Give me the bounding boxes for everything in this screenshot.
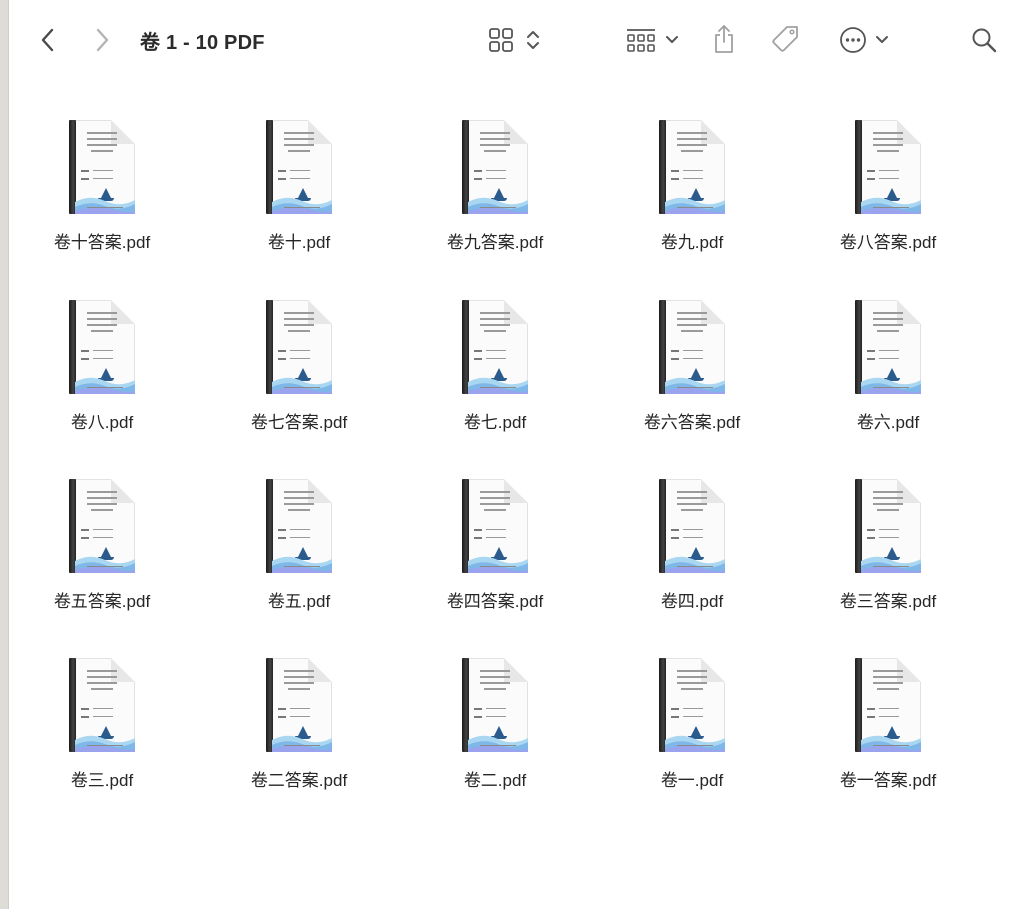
file-name-label: 卷二.pdf [463,771,527,790]
file-item[interactable]: 卷三答案.pdf [803,479,973,629]
pdf-file-icon [69,300,135,394]
pdf-file-icon [462,300,528,394]
file-item[interactable]: 卷四.pdf [607,479,777,629]
file-name-label: 卷九.pdf [660,233,724,252]
file-item[interactable]: 卷九答案.pdf [410,120,580,270]
file-name-label: 卷四.pdf [660,592,724,611]
file-item[interactable]: 卷六.pdf [803,300,973,450]
file-name-label: 卷二答案.pdf [250,771,348,790]
finder-window: 卷 1 - 10 PDF 卷十答案.pdf 卷十.pdf 卷九答案.pdf 卷九… [8,0,1024,909]
file-item[interactable]: 卷九.pdf [607,120,777,270]
file-name-label: 卷十答案.pdf [53,233,151,252]
file-item[interactable]: 卷五.pdf [214,479,384,629]
file-item[interactable]: 卷八答案.pdf [803,120,973,270]
file-name-label: 卷六.pdf [856,413,920,432]
pdf-file-icon [266,300,332,394]
pdf-file-icon [462,658,528,752]
pdf-file-icon [462,479,528,573]
pdf-file-icon [855,120,921,214]
pdf-file-icon [659,300,725,394]
file-item[interactable]: 卷十答案.pdf [17,120,187,270]
file-name-label: 卷四答案.pdf [446,592,544,611]
pdf-file-icon [659,658,725,752]
pdf-file-icon [659,479,725,573]
file-name-label: 卷三.pdf [70,771,134,790]
file-item[interactable]: 卷六答案.pdf [607,300,777,450]
file-grid: 卷十答案.pdf 卷十.pdf 卷九答案.pdf 卷九.pdf 卷八答案.pdf… [9,0,1024,909]
file-item[interactable]: 卷二答案.pdf [214,658,384,808]
file-name-label: 卷九答案.pdf [446,233,544,252]
file-name-label: 卷三答案.pdf [839,592,937,611]
file-name-label: 卷一.pdf [660,771,724,790]
pdf-file-icon [69,120,135,214]
file-item[interactable]: 卷十.pdf [214,120,384,270]
file-name-label: 卷六答案.pdf [643,413,741,432]
pdf-file-icon [855,658,921,752]
file-item[interactable]: 卷二.pdf [410,658,580,808]
file-item[interactable]: 卷八.pdf [17,300,187,450]
pdf-file-icon [855,479,921,573]
pdf-file-icon [266,120,332,214]
pdf-file-icon [266,658,332,752]
file-name-label: 卷五.pdf [267,592,331,611]
file-item[interactable]: 卷七答案.pdf [214,300,384,450]
file-item[interactable]: 卷七.pdf [410,300,580,450]
file-name-label: 卷一答案.pdf [839,771,937,790]
file-name-label: 卷七.pdf [463,413,527,432]
pdf-file-icon [69,479,135,573]
file-item[interactable]: 卷一答案.pdf [803,658,973,808]
pdf-file-icon [659,120,725,214]
file-item[interactable]: 卷三.pdf [17,658,187,808]
file-name-label: 卷五答案.pdf [53,592,151,611]
file-name-label: 卷十.pdf [267,233,331,252]
file-item[interactable]: 卷一.pdf [607,658,777,808]
pdf-file-icon [69,658,135,752]
file-name-label: 卷八.pdf [70,413,134,432]
pdf-file-icon [855,300,921,394]
pdf-file-icon [266,479,332,573]
file-name-label: 卷八答案.pdf [839,233,937,252]
file-item[interactable]: 卷四答案.pdf [410,479,580,629]
file-item[interactable]: 卷五答案.pdf [17,479,187,629]
file-name-label: 卷七答案.pdf [250,413,348,432]
pdf-file-icon [462,120,528,214]
